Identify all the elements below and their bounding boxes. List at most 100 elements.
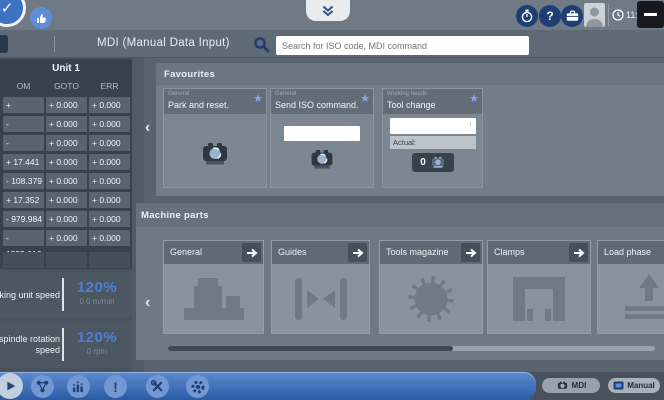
settings-button[interactable]: [186, 375, 209, 398]
question-icon: ?: [546, 9, 553, 23]
om-value: - 979.984: [3, 211, 44, 227]
favourite-star-icon[interactable]: ★: [360, 92, 370, 105]
manual-toggle-label: Manual: [627, 381, 655, 390]
column-header-err: ERR: [89, 81, 130, 91]
open-arrow-button[interactable]: [569, 243, 588, 262]
mdi-app-window: ✓ ?: [0, 0, 664, 400]
process-flow-icon: [35, 379, 50, 394]
process-button[interactable]: [31, 375, 54, 398]
chevron-left-icon[interactable]: ‹: [145, 118, 150, 138]
wrench-screwdriver-icon: [150, 379, 165, 394]
favourite-star-icon[interactable]: ★: [253, 92, 263, 105]
unit-coordinate-table: Unit 1 OM GOTO ERR + 333.828 + 0.000 + 0…: [0, 59, 132, 269]
speed-divider: [62, 278, 64, 311]
pendant-icon: [613, 381, 624, 390]
tool-change-badge[interactable]: 0: [412, 153, 454, 172]
check-icon: ✓: [1, 0, 14, 17]
toolbox-button[interactable]: [561, 5, 583, 27]
spinner-icon[interactable]: ↕: [469, 121, 473, 128]
person-icon: [584, 3, 605, 27]
tool-number-input[interactable]: [390, 118, 476, 134]
gear-icon: [190, 379, 206, 395]
machine-part-card-guides[interactable]: Guides: [271, 240, 370, 334]
machine-icon: [556, 381, 569, 391]
timer-button[interactable]: [516, 5, 538, 27]
open-arrow-button[interactable]: [461, 243, 480, 262]
minimize-icon: [644, 13, 657, 16]
machine-part-card-clamps[interactable]: Clamps: [487, 240, 591, 334]
speed-label: Working unit speed: [0, 271, 60, 318]
favourite-card-send-iso-command[interactable]: General Send ISO command. ★: [270, 88, 374, 188]
arrow-right-icon: [572, 247, 585, 259]
card-category: General: [275, 91, 296, 97]
search-input[interactable]: [276, 36, 529, 55]
manual-mode-toggle[interactable]: Manual: [608, 378, 660, 393]
unit-title: Unit 1: [0, 63, 132, 74]
card-title: Park and reset.: [168, 100, 229, 110]
goto-value: + 0.000: [46, 173, 87, 189]
chevron-double-down-icon: [319, 4, 337, 18]
iso-command-input[interactable]: [284, 126, 360, 141]
speed-divider: [62, 328, 64, 361]
minimize-button[interactable]: [637, 1, 664, 28]
topbar-divider: [608, 4, 609, 26]
general-machine-icon: [182, 274, 246, 324]
card-header: General: [164, 241, 263, 264]
favourite-star-icon[interactable]: ★: [469, 92, 479, 105]
bar-chart-icon: [71, 379, 86, 394]
collapse-panel-tab[interactable]: [306, 0, 350, 21]
favourites-title: Favourites: [164, 69, 215, 80]
card-category: Working heads: [387, 91, 427, 97]
card-header: General Park and reset. ★: [164, 89, 266, 114]
like-button[interactable]: [30, 7, 52, 29]
om-value: + 333.828: [3, 97, 44, 113]
machine-icon: [430, 156, 446, 169]
alerts-button[interactable]: !: [104, 375, 127, 398]
machine-part-card-tools-magazine[interactable]: Tools magazine: [379, 240, 483, 334]
column-header-om: OM: [3, 81, 44, 91]
help-button[interactable]: ?: [539, 5, 561, 27]
actual-label: Actual:: [393, 138, 416, 147]
speed-value: 0.0 m/min: [66, 297, 128, 306]
statistics-button[interactable]: [67, 375, 90, 398]
err-value: + 0.000: [89, 116, 130, 132]
machine-parts-header-band: [136, 203, 664, 227]
horizontal-scrollbar-thumb[interactable]: [168, 346, 453, 351]
mdi-mode-toggle[interactable]: MDI: [542, 378, 600, 393]
goto-value: + 0.000: [46, 116, 87, 132]
clock-icon: [612, 9, 624, 21]
card-title: Send ISO command.: [275, 100, 359, 110]
favourite-card-tool-change[interactable]: Working heads Tool change ★ ↕ Actual: 0: [382, 88, 483, 188]
card-category: General: [168, 91, 189, 97]
page-title: MDI (Manual Data Input): [97, 37, 230, 49]
clamps-icon: [511, 275, 567, 323]
tools-button[interactable]: [146, 375, 169, 398]
speed-value: 0 rpm: [66, 347, 128, 356]
speed-label: Electrospindle rotation speed: [0, 321, 60, 368]
card-title: Clamps: [494, 247, 525, 257]
axes-nav-icon[interactable]: ↕: [0, 35, 8, 53]
open-arrow-button[interactable]: [348, 243, 367, 262]
machine-icon: [200, 141, 230, 167]
om-value: + 17.441: [3, 154, 44, 170]
err-value: + 0.000: [89, 154, 130, 170]
card-title: Guides: [278, 247, 307, 257]
goto-value: + 0.000: [46, 211, 87, 227]
card-header: Working heads Tool change ★: [383, 89, 482, 114]
header-divider: [54, 36, 55, 52]
open-arrow-button[interactable]: [242, 243, 261, 262]
user-avatar[interactable]: [584, 3, 605, 27]
favourite-card-park-and-reset[interactable]: General Park and reset. ★: [163, 88, 267, 188]
arrow-right-icon: [245, 247, 258, 259]
actual-tool-value: 0: [420, 157, 426, 168]
speed-override-percent: 120%: [66, 279, 128, 296]
machine-part-card-general[interactable]: General: [163, 240, 264, 334]
goto-value: + 0.000: [46, 135, 87, 151]
card-header: General Send ISO command. ★: [271, 89, 373, 114]
exclamation-icon: !: [113, 379, 118, 395]
machine-part-card-load-phase[interactable]: Load phase: [597, 240, 664, 334]
actual-tool-row: Actual:: [390, 136, 476, 149]
chevron-left-icon[interactable]: ‹: [145, 293, 150, 313]
load-phase-icon: [621, 273, 664, 325]
speed-override-percent: 120%: [66, 329, 128, 346]
